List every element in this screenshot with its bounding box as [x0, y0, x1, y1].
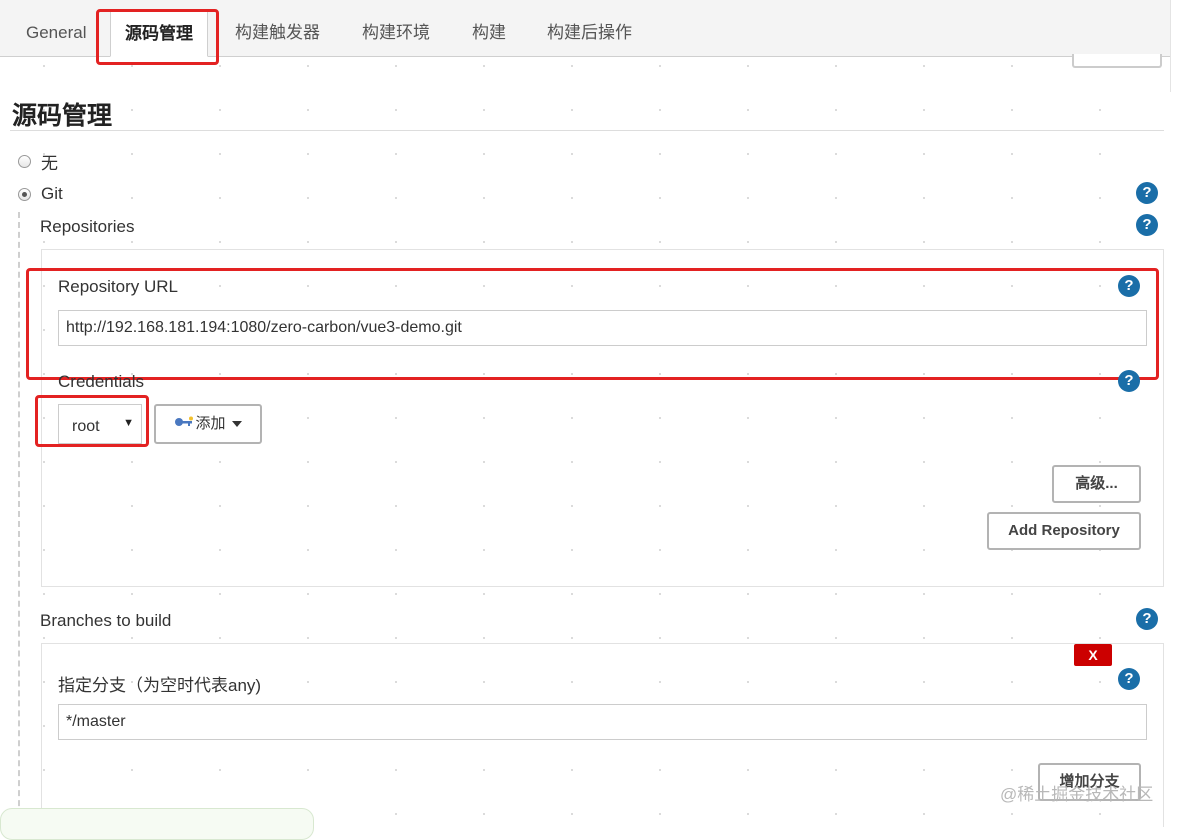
radio-none[interactable] [18, 154, 31, 168]
tab-general[interactable]: General [12, 10, 100, 56]
page-title: 源码管理 [12, 102, 113, 130]
credentials-label: Credentials [58, 372, 144, 391]
page-scrollbar[interactable] [1170, 0, 1184, 92]
tab-build-triggers[interactable]: 构建触发器 [221, 10, 334, 56]
help-icon-git[interactable]: ? [1136, 182, 1158, 204]
radio-git[interactable] [18, 187, 31, 201]
advanced-button[interactable]: 高级... [1052, 465, 1141, 503]
help-icon-repository-url[interactable]: ? [1118, 275, 1140, 297]
help-icon-branches[interactable]: ? [1136, 608, 1158, 630]
watermark: @稀土掘金技术社区 [1000, 785, 1154, 804]
bottom-bar [0, 808, 314, 840]
help-icon-branch-specifier[interactable]: ? [1118, 668, 1140, 690]
section-divider [10, 130, 1164, 131]
tab-build-environment[interactable]: 构建环境 [348, 10, 444, 56]
scm-option-none-label: 无 [41, 153, 58, 173]
caret-down-icon [231, 421, 242, 428]
repository-url-input[interactable] [58, 310, 1147, 346]
scm-option-git-label: Git [41, 184, 63, 203]
repositories-label: Repositories [40, 217, 135, 236]
credentials-select[interactable]: root ▼ [58, 404, 142, 444]
scm-option-git[interactable]: Git [18, 182, 63, 206]
floating-button-stub [1072, 54, 1162, 68]
credentials-selected-value: root [72, 418, 100, 435]
help-icon-repositories[interactable]: ? [1136, 214, 1158, 236]
git-section-rail [18, 212, 20, 826]
tab-bar: General 源码管理 构建触发器 构建环境 构建 构建后操作 [0, 0, 1170, 57]
delete-branch-button[interactable]: X [1074, 644, 1112, 666]
repository-url-label: Repository URL [58, 277, 178, 296]
help-icon-credentials[interactable]: ? [1118, 370, 1140, 392]
branch-specifier-label: 指定分支（为空时代表any) [58, 676, 262, 695]
branch-specifier-input[interactable] [58, 704, 1147, 740]
key-icon [174, 406, 194, 442]
tab-scm[interactable]: 源码管理 [110, 10, 208, 57]
tab-post-build[interactable]: 构建后操作 [533, 10, 646, 56]
branches-label: Branches to build [40, 611, 172, 630]
scm-option-none[interactable]: 无 [18, 149, 58, 173]
dropdown-arrow-icon: ▼ [123, 417, 134, 429]
add-repository-button[interactable]: Add Repository [987, 512, 1141, 550]
add-credentials-label: 添加 [195, 415, 226, 432]
tab-build[interactable]: 构建 [458, 10, 520, 56]
add-credentials-button[interactable]: 添加 [154, 404, 262, 444]
